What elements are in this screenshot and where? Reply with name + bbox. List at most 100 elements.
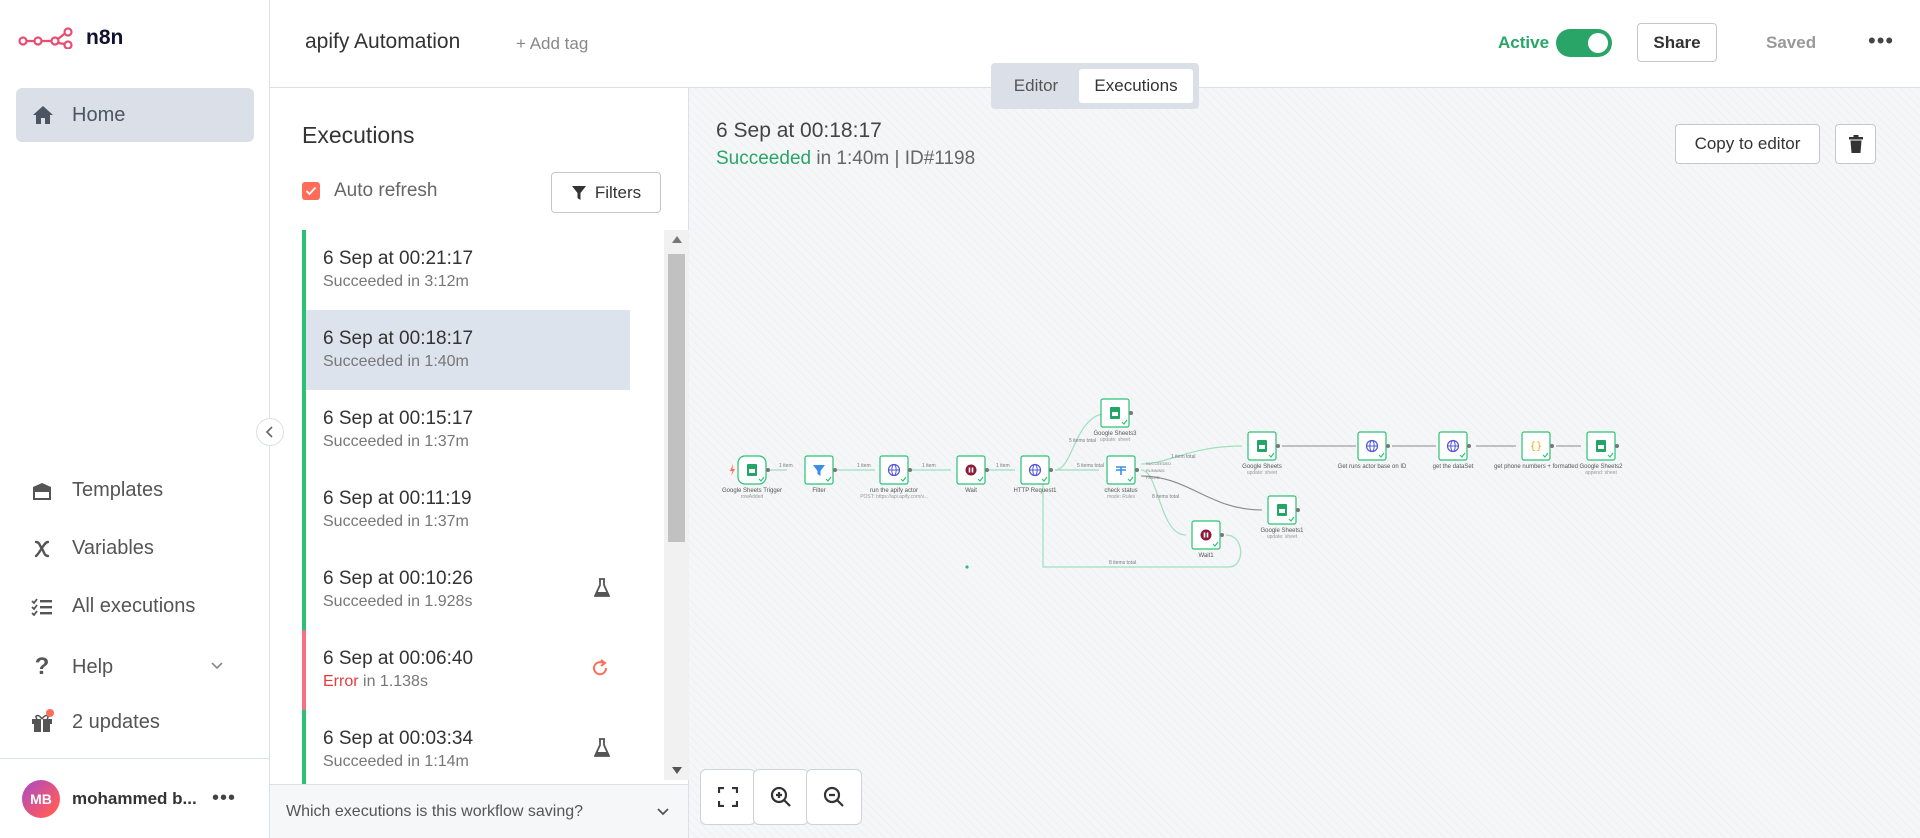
execution-item-status: Succeeded in 1:37m bbox=[323, 433, 630, 451]
workflow-node-gs2[interactable]: Google Sheets2append: sheet bbox=[1579, 431, 1623, 476]
n8n-logo[interactable]: n8n bbox=[18, 26, 123, 50]
workflow-node-label: Filter bbox=[812, 488, 825, 494]
auto-refresh-checkbox[interactable]: Auto refresh bbox=[302, 180, 438, 202]
output-handle[interactable] bbox=[908, 468, 912, 472]
workflow-node-label: Wait bbox=[965, 488, 977, 494]
pause-icon bbox=[965, 464, 977, 476]
workflow-node-wait[interactable]: Wait bbox=[956, 455, 989, 494]
more-options-icon[interactable]: ••• bbox=[1868, 28, 1894, 54]
workflow-node-runs[interactable]: Get runs actor base on ID bbox=[1338, 431, 1407, 470]
sidebar-item-label: All executions bbox=[72, 595, 196, 617]
edge-label: 8 items total bbox=[1109, 560, 1136, 566]
auto-refresh-label: Auto refresh bbox=[334, 180, 438, 201]
sidebar-item-label: 2 updates bbox=[72, 711, 160, 733]
add-tag-link[interactable]: + Add tag bbox=[516, 34, 588, 54]
retry-icon[interactable] bbox=[590, 658, 610, 683]
sidebar-item-help[interactable]: ? Help bbox=[30, 653, 225, 681]
edge-label: 5 items total bbox=[1069, 438, 1096, 444]
workflow-diagram: 1 item 1 item 1 item 1 item 5 items tota… bbox=[722, 398, 1623, 569]
execution-list-item[interactable]: 6 Sep at 00:10:26 Succeeded in 1.928s bbox=[302, 550, 630, 630]
workflow-node-label: Get runs actor base on ID bbox=[1338, 464, 1407, 470]
output-handle[interactable] bbox=[833, 468, 837, 472]
workflow-name[interactable]: apify Automation bbox=[305, 30, 460, 54]
output-handle[interactable] bbox=[1296, 508, 1300, 512]
execution-list-item[interactable]: 6 Sep at 00:06:40 Error in 1.138s bbox=[302, 630, 630, 710]
checkbox-checked-icon bbox=[302, 182, 320, 200]
workflow-node-filter[interactable]: Filter bbox=[804, 455, 837, 494]
workflow-node-check[interactable]: check statusmode: Rules bbox=[1104, 455, 1139, 500]
output-handle[interactable] bbox=[1220, 533, 1224, 537]
workflow-node-gs1[interactable]: Google Sheets1update: sheet bbox=[1260, 495, 1304, 540]
saving-question: Which executions is this workflow saving… bbox=[286, 802, 584, 820]
workflow-node-gs[interactable]: Google Sheetsupdate: sheet bbox=[1242, 431, 1282, 476]
output-handle[interactable] bbox=[1276, 444, 1280, 448]
output-handle[interactable] bbox=[1049, 468, 1053, 472]
share-button[interactable]: Share bbox=[1637, 23, 1717, 62]
tab-editor[interactable]: Editor bbox=[997, 69, 1075, 103]
workflow-node-gs3[interactable]: Google Sheets3update: sheet bbox=[1093, 398, 1137, 443]
execution-list-item[interactable]: 6 Sep at 00:21:17 Succeeded in 3:12m bbox=[302, 230, 630, 310]
sidebar-collapse-button[interactable] bbox=[256, 418, 284, 446]
workflow-node-wait1[interactable]: Wait1 bbox=[1191, 520, 1224, 559]
execution-list-item[interactable]: 6 Sep at 00:18:17 Succeeded in 1:40m bbox=[302, 310, 630, 390]
sidebar-item-variables[interactable]: Variables bbox=[30, 537, 154, 560]
scroll-down-arrow[interactable] bbox=[672, 767, 682, 774]
sheets-icon bbox=[1277, 504, 1287, 516]
output-handle[interactable] bbox=[1467, 444, 1471, 448]
execution-list-item[interactable]: 6 Sep at 00:11:19 Succeeded in 1:37m bbox=[302, 470, 630, 550]
avatar[interactable]: MB bbox=[22, 779, 60, 818]
workflow-node-subtitle: update: sheet bbox=[1100, 437, 1131, 443]
workflow-node-http1[interactable]: HTTP Request1 bbox=[1014, 455, 1058, 494]
sheets-icon bbox=[1596, 440, 1606, 452]
execution-list-item[interactable]: 6 Sep at 00:03:34 Succeeded in 1:14m bbox=[302, 710, 630, 785]
zoom-out-button[interactable] bbox=[806, 769, 862, 825]
switch-output-label: RUNNING bbox=[1146, 468, 1165, 473]
executions-scrollbar[interactable] bbox=[664, 230, 689, 780]
output-handle[interactable] bbox=[985, 468, 989, 472]
edge-label: 1 item total bbox=[1171, 454, 1195, 460]
workflow-node-subtitle: rowAdded bbox=[741, 494, 764, 500]
execution-item-status: Succeeded in 1:40m bbox=[323, 353, 630, 371]
fit-view-button[interactable] bbox=[700, 769, 756, 825]
workflow-node-subtitle: update: sheet bbox=[1247, 470, 1278, 476]
node-layer: Google Sheets TriggerrowAddedFilter run t… bbox=[722, 398, 1623, 559]
logo-text: n8n bbox=[86, 26, 124, 49]
trigger-bolt-icon bbox=[730, 464, 735, 476]
output-handle[interactable] bbox=[1135, 468, 1139, 472]
question-icon: ? bbox=[34, 653, 50, 680]
execution-item-date: 6 Sep at 00:11:19 bbox=[323, 488, 472, 509]
execution-item-date: 6 Sep at 00:18:17 bbox=[323, 328, 474, 349]
output-handle[interactable] bbox=[1550, 444, 1554, 448]
user-more-icon[interactable]: ••• bbox=[212, 787, 236, 810]
workflow-node-phones[interactable]: {} get phone numbers + formatted bbox=[1494, 431, 1578, 470]
sheets-icon bbox=[747, 464, 757, 476]
scroll-thumb[interactable] bbox=[668, 254, 685, 542]
sheets-icon bbox=[1257, 440, 1267, 452]
execution-item-date: 6 Sep at 00:06:40 bbox=[323, 648, 474, 669]
zoom-in-button[interactable] bbox=[753, 769, 809, 825]
view-tabs: Editor Executions bbox=[991, 63, 1199, 109]
home-icon bbox=[33, 106, 53, 124]
sidebar-item-templates[interactable]: Templates bbox=[30, 479, 163, 502]
sidebar-item-all-executions[interactable]: All executions bbox=[30, 595, 195, 618]
workflow-node-dataset[interactable]: get the dataSet bbox=[1433, 431, 1474, 470]
filters-label: Filters bbox=[594, 182, 642, 202]
active-toggle[interactable] bbox=[1556, 29, 1612, 57]
sidebar-item-home[interactable]: Home bbox=[16, 88, 254, 142]
execution-list-item[interactable]: 6 Sep at 00:15:17 Succeeded in 1:37m bbox=[302, 390, 630, 470]
execution-item-duration: in 1:40m bbox=[407, 353, 469, 370]
workflow-node-subtitle: update: sheet bbox=[1267, 534, 1298, 540]
output-handle[interactable] bbox=[1129, 411, 1133, 415]
sidebar-item-updates[interactable]: 2 updates bbox=[30, 708, 160, 734]
output-handle[interactable] bbox=[766, 468, 770, 472]
tab-executions[interactable]: Executions bbox=[1079, 69, 1193, 103]
workflow-node-subtitle: POST: https://api.apify.com/v... bbox=[860, 494, 928, 500]
output-handle[interactable] bbox=[1615, 444, 1619, 448]
output-handle[interactable] bbox=[1386, 444, 1390, 448]
saving-settings-accordion[interactable]: Which executions is this workflow saving… bbox=[270, 784, 688, 838]
workflow-canvas[interactable]: 6 Sep at 00:18:17 Succeeded in 1:40m | I… bbox=[689, 88, 1920, 838]
filters-button[interactable]: Filters bbox=[551, 172, 661, 213]
logo-icon bbox=[18, 27, 73, 49]
scroll-up-arrow[interactable] bbox=[672, 236, 682, 243]
workflow-node-trigger[interactable]: Google Sheets TriggerrowAdded bbox=[722, 455, 782, 500]
